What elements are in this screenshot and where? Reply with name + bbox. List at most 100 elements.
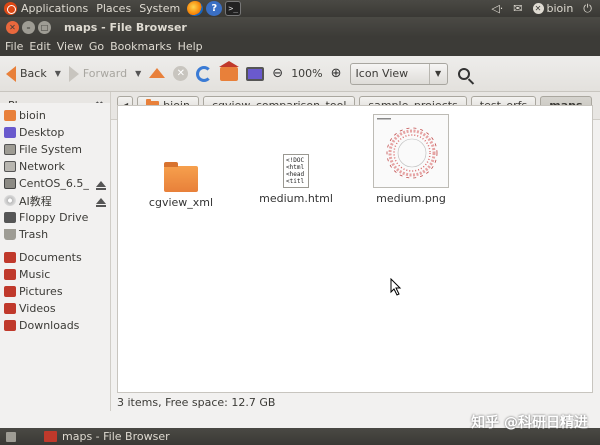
zoom-in-icon[interactable]: ⊕ [331, 66, 342, 81]
menu-go[interactable]: Go [86, 40, 107, 53]
sidebar-item-label: Music [19, 268, 51, 281]
icon-view[interactable]: cgview_xml <!DOC <html <head <titl mediu… [117, 105, 593, 393]
back-label: Back [20, 67, 47, 80]
forward-button[interactable]: Forward [68, 65, 128, 82]
places-label: Places [96, 2, 132, 15]
forward-label: Forward [82, 67, 128, 80]
home-button[interactable] [219, 60, 240, 81]
file-item-medium-png[interactable]: medium.png [366, 114, 456, 205]
file-item-cgview-xml[interactable]: cgview_xml [136, 156, 226, 209]
forward-history-dropdown[interactable]: ▼ [135, 69, 141, 78]
back-history-dropdown[interactable]: ▼ [55, 69, 61, 78]
sidebar-item-label: bioin [19, 109, 46, 122]
home-folder-icon [4, 110, 16, 121]
reload-button[interactable] [196, 65, 213, 82]
terminal-icon[interactable]: >_ [225, 1, 242, 16]
show-desktop-icon[interactable] [6, 431, 16, 442]
trash-icon [4, 229, 16, 240]
sidebar-item-documents[interactable]: Documents [0, 249, 110, 266]
sidebar-item-label: Network [19, 160, 65, 173]
back-arrow-icon [6, 65, 16, 82]
sidebar-item-pictures[interactable]: Pictures [0, 283, 110, 300]
stop-button[interactable]: ✕ [173, 66, 189, 81]
sidebar: bioin Desktop File System Network CentOS… [0, 103, 111, 411]
taskbar-label: maps - File Browser [62, 430, 170, 443]
network-icon [4, 161, 16, 172]
sidebar-item-label: Desktop [19, 126, 65, 139]
user-menu[interactable]: ✕ bioin [532, 2, 574, 15]
sidebar-item-label: Pictures [19, 285, 63, 298]
close-window-icon[interactable]: ✕ [6, 20, 19, 34]
eject-icon[interactable] [96, 180, 106, 190]
sidebar-item-ai-tutorial[interactable]: AI教程 [0, 192, 110, 209]
taskbar-item-file-browser[interactable]: maps - File Browser [44, 430, 170, 443]
circular-map-preview [377, 118, 438, 179]
png-thumbnail-image [373, 114, 449, 188]
eject-icon[interactable] [96, 197, 106, 207]
sidebar-item-floppy[interactable]: Floppy Drive [0, 209, 110, 226]
search-icon [457, 67, 470, 80]
mouse-cursor-icon [390, 278, 402, 296]
volume-icon[interactable]: ◁· [491, 2, 503, 15]
folder-icon [4, 320, 16, 331]
search-button[interactable] [457, 67, 470, 80]
power-icon[interactable]: ⏻ [583, 2, 592, 16]
mail-icon[interactable]: ✉ [513, 2, 522, 15]
chevron-down-icon: ▼ [428, 63, 447, 84]
sidebar-item-desktop[interactable]: Desktop [0, 124, 110, 141]
file-item-medium-html[interactable]: <!DOC <html <head <titl medium.html [251, 154, 341, 205]
desktop-icon [4, 127, 16, 138]
menu-file[interactable]: File [2, 40, 26, 53]
file-label: cgview_xml [148, 196, 214, 209]
titlebar[interactable]: ✕ – □ maps - File Browser [0, 17, 600, 37]
zoom-out-icon[interactable]: ⊖ [272, 66, 283, 81]
up-button[interactable] [149, 67, 166, 78]
sidebar-item-label: Videos [19, 302, 56, 315]
sidebar-item-label: File System [19, 143, 82, 156]
file-label: medium.png [376, 192, 446, 205]
sidebar-item-filesystem[interactable]: File System [0, 141, 110, 158]
folder-icon [4, 269, 16, 280]
menu-help[interactable]: Help [175, 40, 206, 53]
system-menu[interactable]: System [135, 2, 184, 15]
system-label: System [139, 2, 181, 15]
status-bar: 3 items, Free space: 12.7 GB [111, 393, 600, 411]
reload-icon [196, 65, 213, 82]
sidebar-item-network[interactable]: Network [0, 158, 110, 175]
filesystem-icon [4, 144, 16, 155]
sidebar-item-label: AI教程 [19, 194, 52, 208]
sidebar-item-videos[interactable]: Videos [0, 300, 110, 317]
sidebar-item-home[interactable]: bioin [0, 107, 110, 124]
user-name: bioin [546, 2, 574, 15]
menu-edit[interactable]: Edit [26, 40, 53, 53]
stop-icon: ✕ [173, 66, 189, 81]
watermark-text: 知乎 @科研日精进 [471, 415, 588, 431]
view-mode-select[interactable]: Icon View ▼ [349, 62, 448, 85]
sidebar-item-downloads[interactable]: Downloads [0, 317, 110, 334]
window-title: maps - File Browser [64, 20, 187, 34]
help-icon[interactable]: ? [206, 1, 223, 16]
toolbar: Back ▼ Forward ▼ ✕ ⊖ 100% ⊕ Icon View ▼ [0, 56, 600, 92]
menu-view[interactable]: View [54, 40, 86, 53]
file-label: medium.html [259, 192, 333, 205]
zoom-level[interactable]: 100% [291, 67, 322, 80]
folder-icon [164, 162, 198, 192]
maximize-window-icon[interactable]: □ [38, 20, 51, 34]
places-menu[interactable]: Places [92, 2, 135, 15]
back-button[interactable]: Back [6, 65, 47, 82]
sidebar-item-centos[interactable]: CentOS_6.5_ [0, 175, 110, 192]
sidebar-item-label: Downloads [19, 319, 80, 332]
up-arrow-icon [149, 67, 166, 78]
floppy-icon [4, 212, 16, 223]
sidebar-item-label: Floppy Drive [19, 211, 89, 224]
menu-bookmarks[interactable]: Bookmarks [107, 40, 174, 53]
sidebar-item-music[interactable]: Music [0, 266, 110, 283]
computer-button[interactable] [246, 66, 265, 81]
status-text: 3 items, Free space: 12.7 GB [117, 395, 276, 409]
home-icon [219, 60, 240, 81]
sidebar-item-trash[interactable]: Trash [0, 226, 110, 243]
folder-icon [4, 303, 16, 314]
minimize-window-icon[interactable]: – [22, 20, 35, 34]
firefox-icon[interactable] [187, 1, 204, 16]
applications-menu[interactable]: Applications [0, 2, 92, 15]
